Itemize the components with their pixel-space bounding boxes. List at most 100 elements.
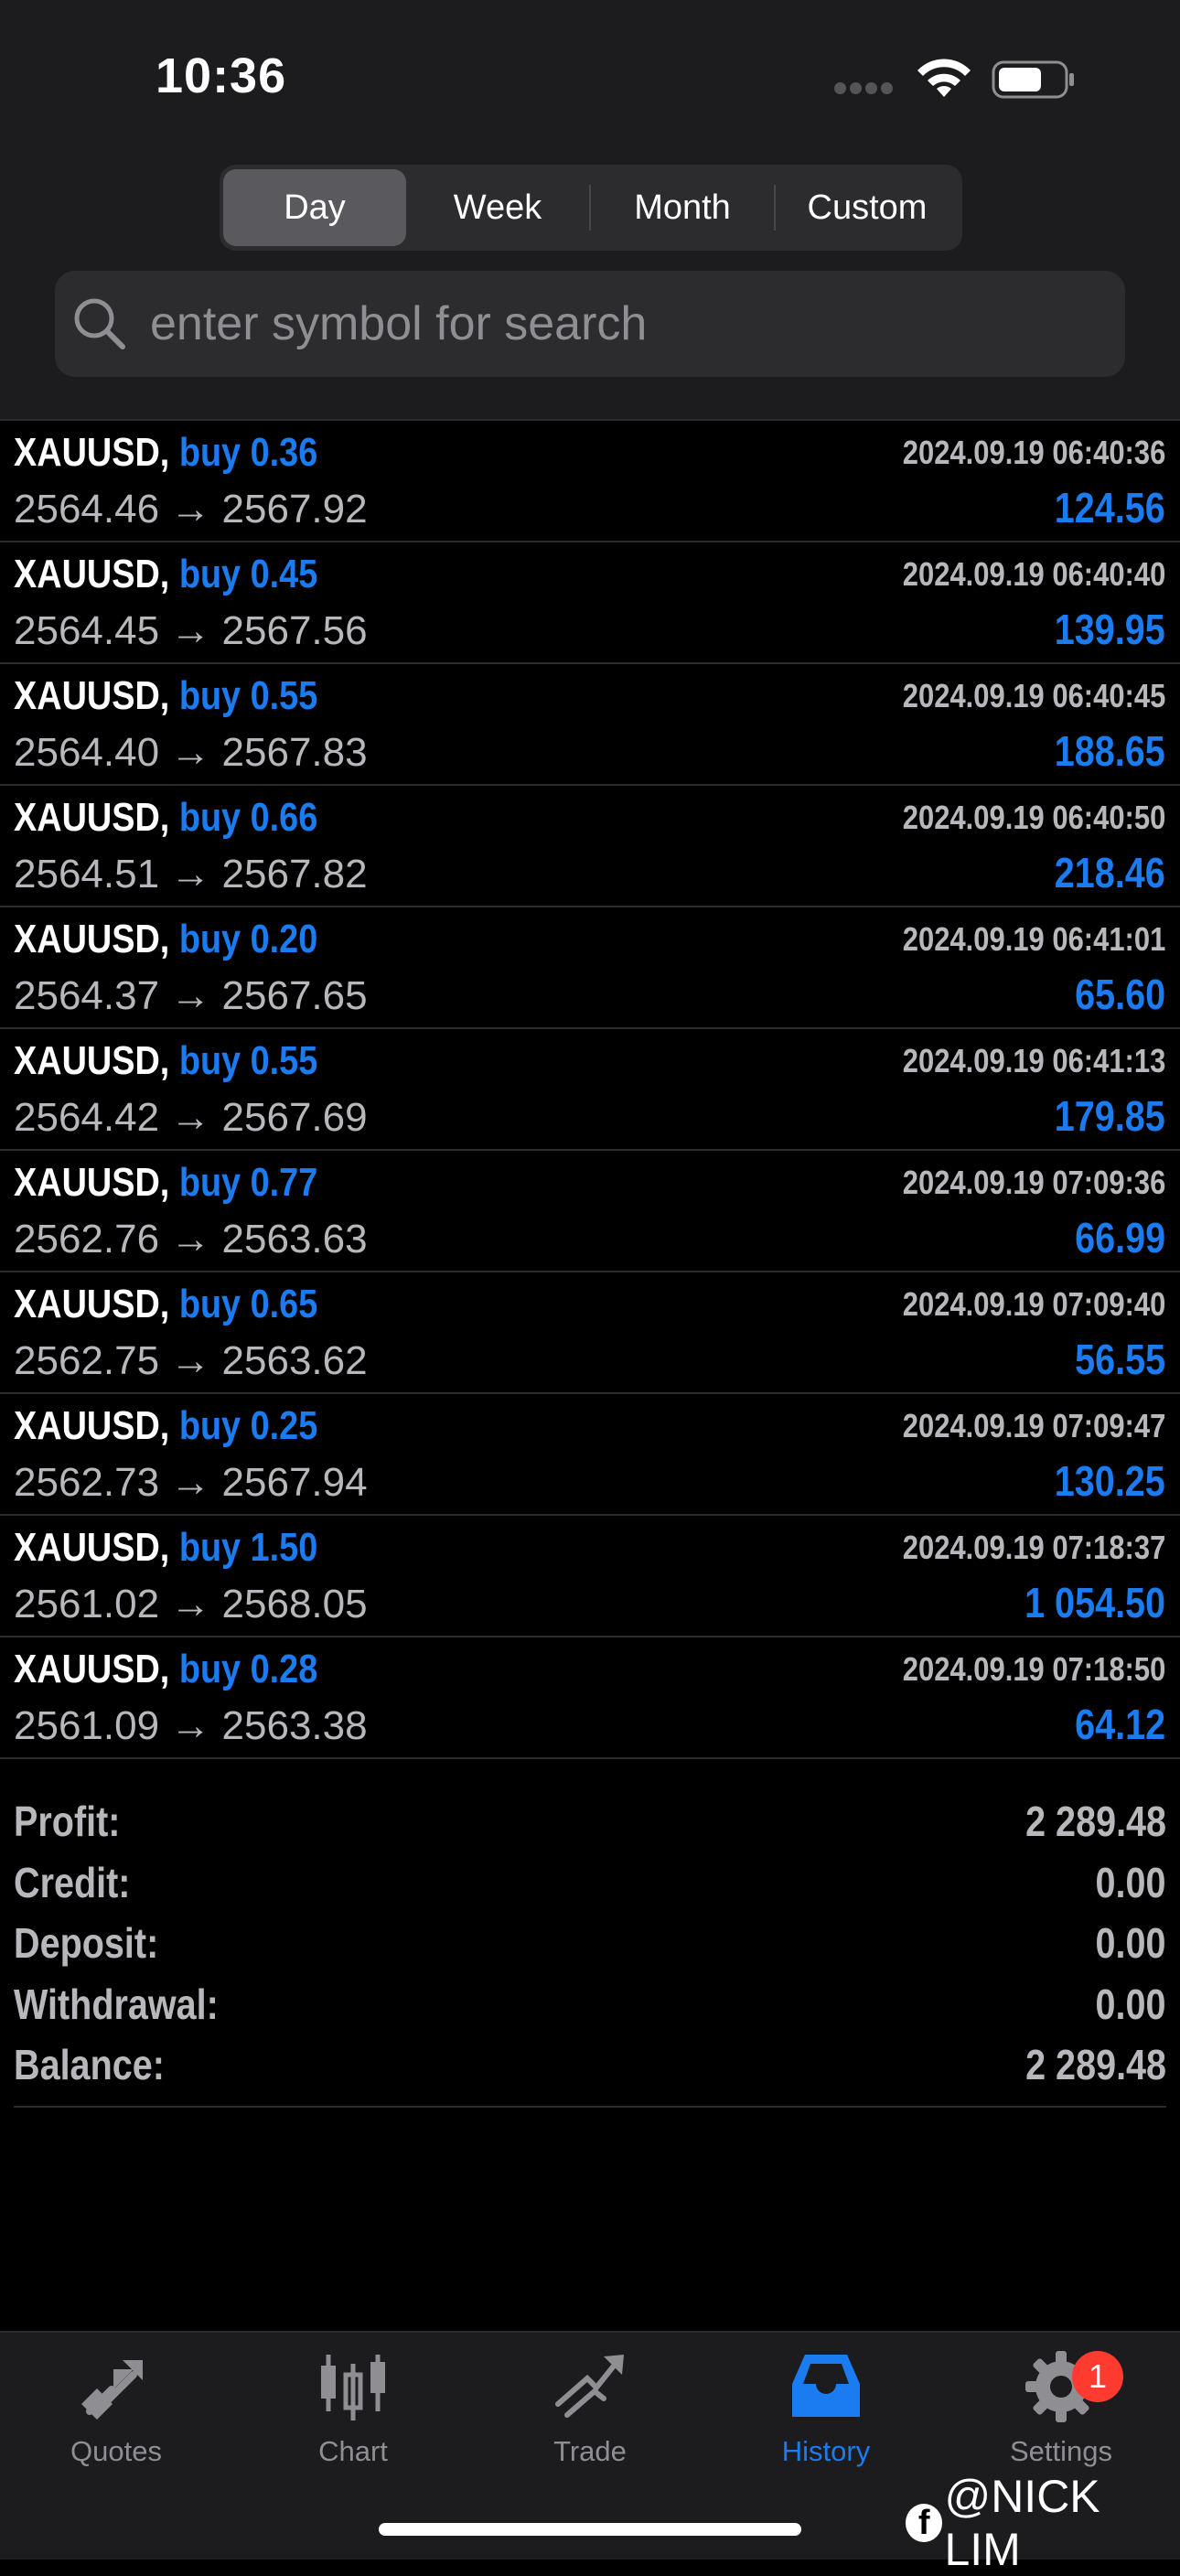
search-icon xyxy=(74,298,125,349)
symbol-label: XAUUSD, xyxy=(14,552,170,596)
arrow-icon: → xyxy=(170,973,211,1018)
arrow-icon: → xyxy=(170,487,211,531)
trade-profit: 66.99 xyxy=(1074,1214,1165,1261)
facebook-icon: f xyxy=(906,2504,943,2542)
trade-symbol: XAUUSD, buy 0.77 xyxy=(14,1160,317,1206)
watermark-text: @NICK LIM xyxy=(944,2471,1100,2575)
open-price: 2564.42 xyxy=(14,1095,160,1140)
trade-row[interactable]: XAUUSD, buy 0.25 2562.73 → 2567.94 2024.09… xyxy=(0,1394,1180,1516)
trade-side-volume: buy 0.25 xyxy=(178,1403,318,1448)
header: 10:36 Day Week Month Custom xyxy=(0,0,1180,419)
tab-chart[interactable]: Chart xyxy=(262,2347,445,2485)
summary-label: Withdrawal: xyxy=(14,1980,219,2028)
search-input[interactable] xyxy=(148,295,1067,352)
trade-row[interactable]: XAUUSD, buy 0.20 2564.37 → 2567.65 2024.09… xyxy=(0,907,1180,1029)
trade-profit: 218.46 xyxy=(1054,849,1165,896)
open-price: 2564.37 xyxy=(14,973,160,1018)
tab-quotes[interactable]: Quotes xyxy=(25,2347,208,2485)
period-day[interactable]: Day xyxy=(223,169,406,246)
summary-row: Deposit: 0.00 xyxy=(14,1915,1166,1976)
summary-label: Profit: xyxy=(14,1798,121,1845)
arrow-icon: → xyxy=(170,730,211,775)
quotes-icon xyxy=(81,2360,143,2420)
arrow-icon: → xyxy=(170,852,211,896)
tab-settings[interactable]: 1 Settings xyxy=(970,2347,1153,2485)
symbol-label: XAUUSD, xyxy=(14,673,170,718)
tab-trade[interactable]: Trade xyxy=(499,2347,681,2485)
trade-row[interactable]: XAUUSD, buy 0.28 2561.09 → 2563.38 2024.09… xyxy=(0,1637,1180,1759)
open-price: 2562.75 xyxy=(14,1338,160,1383)
trade-row[interactable]: XAUUSD, buy 0.77 2562.76 → 2563.63 2024.09… xyxy=(0,1151,1180,1272)
summary-label: Credit: xyxy=(14,1858,131,1906)
trade-row[interactable]: XAUUSD, buy 0.36 2564.46 → 2567.92 2024.09… xyxy=(0,421,1180,542)
trade-datetime: 2024.09.19 07:09:36 xyxy=(902,1164,1165,1201)
close-price: 2567.65 xyxy=(221,973,368,1018)
summary-row: Balance: 2 289.48 xyxy=(14,2036,1166,2098)
trade-datetime: 2024.09.19 06:40:50 xyxy=(902,799,1165,836)
period-custom[interactable]: Custom xyxy=(776,169,959,246)
arrow-icon: → xyxy=(170,1095,211,1140)
symbol-label: XAUUSD, xyxy=(14,917,170,961)
close-price: 2563.62 xyxy=(221,1338,368,1383)
trade-datetime: 2024.09.19 06:40:36 xyxy=(902,434,1165,471)
trade-prices: 2562.76 → 2563.63 xyxy=(14,1217,368,1262)
trade-side-volume: buy 0.28 xyxy=(178,1647,318,1691)
tab-history[interactable]: History xyxy=(735,2347,917,2485)
close-price: 2567.92 xyxy=(221,487,368,531)
trade-side-volume: buy 1.50 xyxy=(178,1525,318,1570)
chart-icon xyxy=(321,2355,385,2420)
symbol-label: XAUUSD, xyxy=(14,430,170,475)
trade-row[interactable]: XAUUSD, buy 0.65 2562.75 → 2563.62 2024.09… xyxy=(0,1272,1180,1394)
trade-row[interactable]: XAUUSD, buy 0.55 2564.42 → 2567.69 2024.09… xyxy=(0,1029,1180,1151)
trade-prices: 2561.09 → 2563.38 xyxy=(14,1703,368,1749)
status-time: 10:36 xyxy=(156,48,287,103)
period-segmented-control: Day Week Month Custom xyxy=(220,165,962,251)
wifi-icon xyxy=(917,59,971,97)
period-week[interactable]: Week xyxy=(406,169,589,246)
notification-badge: 1 xyxy=(1072,2351,1123,2402)
arrow-icon: → xyxy=(170,1338,211,1383)
trade-prices: 2564.45 → 2567.56 xyxy=(14,608,368,654)
trade-prices: 2562.75 → 2563.62 xyxy=(14,1338,368,1384)
trade-prices: 2564.42 → 2567.69 xyxy=(14,1095,368,1141)
trade-symbol: XAUUSD, buy 0.20 xyxy=(14,917,317,962)
trade-profit: 65.60 xyxy=(1074,971,1165,1018)
trade-profit: 124.56 xyxy=(1054,484,1165,531)
symbol-label: XAUUSD, xyxy=(14,1647,170,1691)
summary-label: Deposit: xyxy=(14,1919,159,1967)
trade-symbol: XAUUSD, buy 0.28 xyxy=(14,1647,317,1692)
tab-label-chart: Chart xyxy=(318,2435,388,2467)
trade-history-list: XAUUSD, buy 0.36 2564.46 → 2567.92 2024.09… xyxy=(0,421,1180,1759)
trade-prices: 2562.73 → 2567.94 xyxy=(14,1460,368,1506)
open-price: 2564.51 xyxy=(14,852,160,896)
trade-profit: 1 054.50 xyxy=(1024,1579,1165,1626)
trade-prices: 2561.02 → 2568.05 xyxy=(14,1582,368,1627)
close-price: 2563.63 xyxy=(221,1217,368,1261)
trade-side-volume: buy 0.20 xyxy=(178,917,318,961)
tab-label-quotes: Quotes xyxy=(70,2435,162,2467)
cellular-signal-icon xyxy=(834,82,898,95)
close-price: 2567.82 xyxy=(221,852,368,896)
trade-datetime: 2024.09.19 07:18:37 xyxy=(902,1529,1165,1566)
trade-symbol: XAUUSD, buy 1.50 xyxy=(14,1525,317,1571)
trade-row[interactable]: XAUUSD, buy 0.55 2564.40 → 2567.83 2024.09… xyxy=(0,664,1180,786)
open-price: 2562.73 xyxy=(14,1460,160,1505)
trade-row[interactable]: XAUUSD, buy 0.66 2564.51 → 2567.82 2024.09… xyxy=(0,786,1180,907)
trade-row[interactable]: XAUUSD, buy 1.50 2561.02 → 2568.05 2024.09… xyxy=(0,1516,1180,1637)
arrow-icon: → xyxy=(170,1582,211,1626)
trade-side-volume: buy 0.55 xyxy=(178,1038,318,1083)
trade-prices: 2564.51 → 2567.82 xyxy=(14,852,368,897)
open-price: 2564.40 xyxy=(14,730,160,775)
trade-profit: 179.85 xyxy=(1054,1092,1165,1140)
period-month[interactable]: Month xyxy=(591,169,774,246)
divider xyxy=(14,2106,1166,2108)
search-bar[interactable] xyxy=(55,271,1125,377)
trade-row[interactable]: XAUUSD, buy 0.45 2564.45 → 2567.56 2024.09… xyxy=(0,542,1180,664)
summary-row: Credit: 0.00 xyxy=(14,1854,1166,1916)
history-icon xyxy=(792,2355,860,2417)
trade-symbol: XAUUSD, buy 0.55 xyxy=(14,1038,317,1084)
trade-profit: 130.25 xyxy=(1054,1457,1165,1505)
watermark: f @NICK LIM xyxy=(906,2470,1180,2576)
close-price: 2563.38 xyxy=(221,1703,368,1748)
summary-section: Profit: 2 289.48 Credit: 0.00 Deposit: 0.00 Wi… xyxy=(14,1793,1166,2098)
